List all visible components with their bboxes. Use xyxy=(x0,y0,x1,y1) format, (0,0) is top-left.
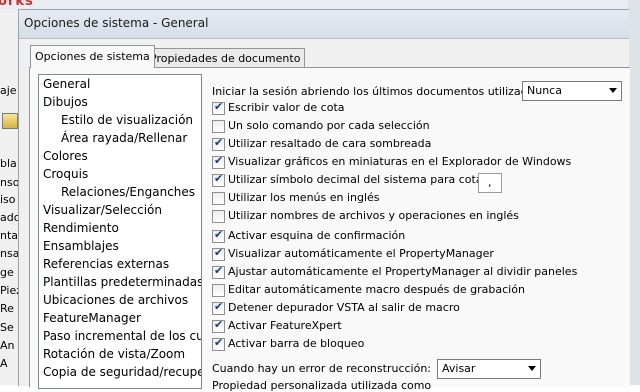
checkbox-label: Utilizar nombres de archivos y operacion… xyxy=(228,209,519,222)
start-session-label: Iniciar la sesión abriendo los últimos d… xyxy=(212,85,544,98)
tree-item[interactable]: Rotación de vista/Zoom xyxy=(43,347,185,361)
background-toolbar-icon[interactable] xyxy=(2,113,18,129)
tree-item[interactable]: Colores xyxy=(43,149,88,163)
tree-item[interactable]: Estilo de visualización xyxy=(61,113,193,127)
tree-item[interactable]: Ensamblajes xyxy=(43,239,119,253)
rebuild-error-label: Cuando hay un error de reconstrucción: xyxy=(212,362,432,375)
tree-item[interactable]: Visualizar/Selección xyxy=(43,203,162,217)
rebuild-error-dropdown[interactable]: Avisar xyxy=(437,359,541,379)
checkbox-label: Visualizar gráficos en miniaturas en el … xyxy=(228,155,572,168)
checkbox[interactable] xyxy=(212,246,225,261)
checkbox[interactable] xyxy=(212,192,225,205)
checkbox[interactable] xyxy=(212,300,225,315)
background-sidebar-word: nsa xyxy=(0,247,18,260)
background-sidebar-word: nta xyxy=(0,229,18,242)
start-session-dropdown[interactable]: Nunca xyxy=(522,81,622,101)
checkbox-label: Un solo comando por cada selección xyxy=(228,119,430,132)
custom-property-label: Propiedad personalizada utilizada como xyxy=(212,379,432,392)
checkbox[interactable] xyxy=(212,154,225,169)
background-sidebar-word: Se xyxy=(0,321,14,334)
checkbox-label: Visualizar automáticamente el PropertyMa… xyxy=(228,247,494,260)
tree-item[interactable]: Rendimiento xyxy=(43,221,119,235)
decimal-symbol-value: , xyxy=(488,176,492,189)
general-options-panel: Iniciar la sesión abriendo los últimos d… xyxy=(210,68,630,392)
checkbox[interactable] xyxy=(212,172,225,187)
tree-item[interactable]: Copia de seguridad/recuperar xyxy=(43,365,201,379)
checkbox[interactable] xyxy=(212,136,225,151)
tree-item[interactable]: Relaciones/Enganches xyxy=(61,185,195,199)
checkbox-label: Utilizar símbolo decimal del sistema par… xyxy=(228,173,489,186)
checkbox-label: Utilizar los menús en inglés xyxy=(228,191,380,204)
tab-panel-system-options: General Dibujos Estilo de visualización Áre… xyxy=(29,67,630,392)
background-sidebar-word: nso xyxy=(0,176,18,189)
checkbox-label: Ajustar automáticamente el PropertyManag… xyxy=(228,265,578,278)
checkbox[interactable] xyxy=(212,210,225,223)
checkbox-label: Utilizar resaltado de cara sombreada xyxy=(228,137,432,150)
checkbox-label: Detener depurador VSTA al salir de macro xyxy=(228,301,460,314)
checkbox[interactable] xyxy=(212,264,225,279)
background-app-topbar: orks xyxy=(0,0,640,9)
checkbox-label: Activar esquina de confirmación xyxy=(228,229,406,242)
options-category-tree[interactable]: General Dibujos Estilo de visualización Áre… xyxy=(38,74,202,389)
tree-item[interactable]: Paso incremental de los cuad xyxy=(43,329,201,343)
tree-item[interactable]: Referencias externas xyxy=(43,257,169,271)
background-sidebar-word: Piez xyxy=(0,284,18,297)
tree-item[interactable]: Croquis xyxy=(43,167,88,181)
background-sidebar-word: Re xyxy=(0,302,14,315)
tree-item[interactable]: Dibujos xyxy=(43,95,88,109)
checkbox[interactable] xyxy=(212,318,225,333)
background-brand-text: orks xyxy=(0,0,34,9)
background-sidebar-word: aje xyxy=(0,84,17,97)
options-dialog: Opciones de sistema - General Propiedade… xyxy=(18,9,630,392)
dialog-title: Opciones de sistema - General xyxy=(24,16,209,30)
tree-item[interactable]: Área rayada/Rellenar xyxy=(61,131,187,145)
decimal-symbol-field[interactable]: , xyxy=(478,173,502,193)
start-session-value: Nunca xyxy=(527,84,562,97)
tab-document-properties[interactable]: Propiedades de documento xyxy=(145,48,306,68)
checkbox[interactable] xyxy=(212,336,225,351)
background-sidebar-word: ado xyxy=(0,211,18,224)
checkbox[interactable] xyxy=(212,120,225,133)
tree-item[interactable]: Ubicaciones de archivos xyxy=(43,293,188,307)
background-sidebar-word: ge xyxy=(0,266,14,279)
background-sidebar-word: A xyxy=(0,357,8,370)
checkbox-label: Activar barra de bloqueo xyxy=(228,337,365,350)
background-sidebar-word: bla xyxy=(0,157,17,170)
chevron-down-icon xyxy=(528,366,536,371)
tree-item[interactable]: FeatureManager xyxy=(43,311,141,325)
dialog-titlebar[interactable]: Opciones de sistema - General xyxy=(19,10,629,39)
tree-item[interactable]: General xyxy=(43,77,90,91)
checkbox[interactable] xyxy=(212,100,225,115)
checkbox-label: Editar automáticamente macro después de … xyxy=(228,283,525,296)
rebuild-error-value: Avisar xyxy=(442,362,476,375)
background-sidebar-word: iso xyxy=(0,193,16,206)
background-sidebar-word: An xyxy=(0,339,15,352)
chevron-down-icon xyxy=(609,88,617,93)
tab-system-options[interactable]: Opciones de sistema xyxy=(30,45,155,68)
checkbox-label: Escribir valor de cota xyxy=(228,101,345,114)
checkbox-label: Activar FeatureXpert xyxy=(228,319,342,332)
checkbox[interactable] xyxy=(212,284,225,297)
tree-item[interactable]: Plantillas predeterminadas xyxy=(43,275,201,289)
checkbox[interactable] xyxy=(212,228,225,243)
